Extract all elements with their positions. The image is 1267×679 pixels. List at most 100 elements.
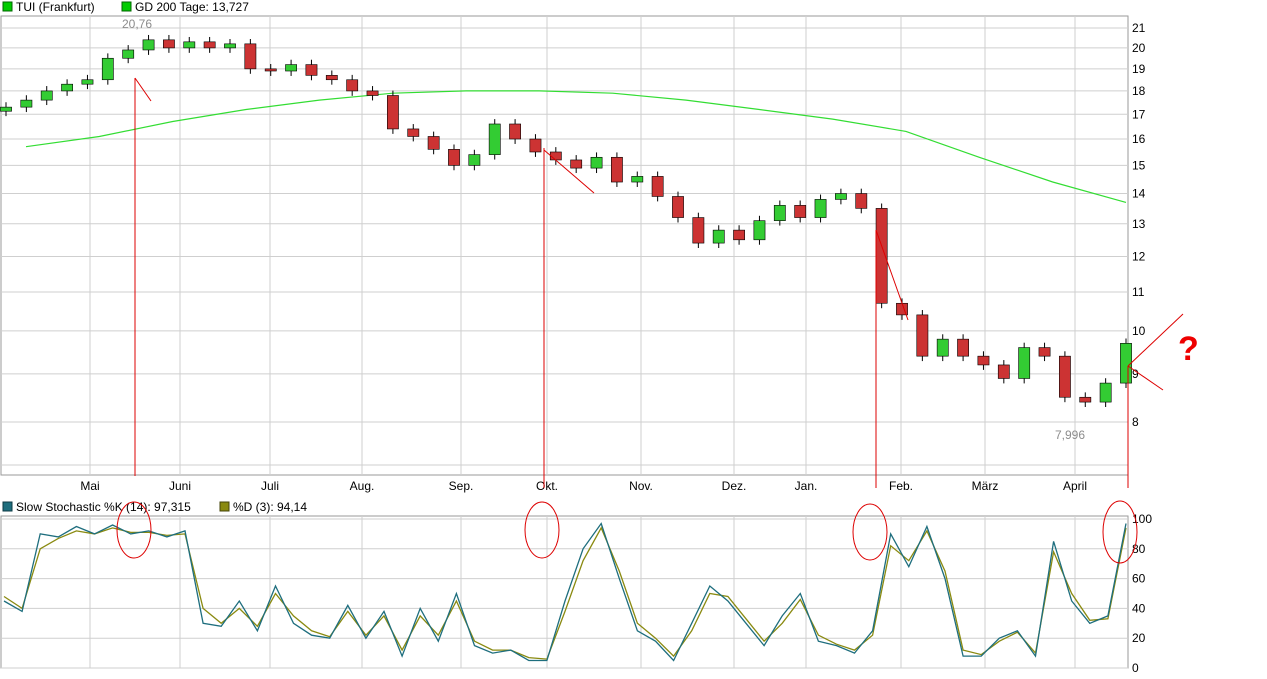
price-grid <box>1 16 1128 475</box>
candle-body <box>224 43 236 49</box>
x-tick-label: März <box>972 479 999 493</box>
stoch-panel-frame <box>0 515 1129 669</box>
x-tick-label: Feb. <box>889 479 913 493</box>
stoch-y-tick-label: 60 <box>1132 572 1146 586</box>
candle-body <box>244 43 257 70</box>
candle-body <box>468 154 481 166</box>
candle-body <box>1120 343 1132 384</box>
ma-legend-label: GD 200 Tage: 13,727 <box>135 0 249 14</box>
price-y-ticks: 89101112131415161718192021 <box>1132 21 1146 429</box>
stoch-grid <box>1 516 1128 669</box>
price-y-tick-label: 17 <box>1132 107 1146 121</box>
candle-body <box>794 205 807 218</box>
x-tick-label: Juli <box>261 479 279 493</box>
candle-body <box>773 205 786 221</box>
x-tick-label: Juni <box>169 479 191 493</box>
candle-body <box>529 138 542 153</box>
stoch-y-tick-label: 20 <box>1132 631 1146 645</box>
price-y-tick-label: 18 <box>1132 84 1146 98</box>
candle-body <box>407 128 420 137</box>
candle-body <box>264 68 277 72</box>
candle-body <box>61 83 73 92</box>
price-y-tick-label: 10 <box>1132 324 1146 338</box>
drawn-slope-1 <box>134 77 152 102</box>
stoch-y-ticks: 020406080100 <box>1132 512 1152 675</box>
candle-body <box>1099 382 1112 403</box>
candle-body <box>570 159 583 169</box>
candle-body <box>672 196 684 218</box>
stoch-legend: Slow Stochastic %K (14): 97,315 %D (3): … <box>2 500 307 514</box>
candle-body <box>203 41 216 49</box>
candle-body <box>20 99 33 108</box>
candle-body <box>1079 396 1092 403</box>
candle-body <box>733 229 745 241</box>
candle-body <box>1018 347 1031 379</box>
price-y-tick-label: 15 <box>1132 158 1146 172</box>
price-legend: TUI (Frankfurt) GD 200 Tage: 13,727 <box>2 0 249 14</box>
price-y-tick-label: 12 <box>1132 249 1146 263</box>
candle-body <box>448 149 460 166</box>
candle-body <box>957 338 969 357</box>
price-y-tick-label: 14 <box>1132 187 1146 201</box>
stoch-d-line <box>3 526 1127 660</box>
candle-body <box>325 75 338 81</box>
candle-body <box>285 64 297 72</box>
circle-3 <box>852 503 888 561</box>
candle-body <box>590 156 603 169</box>
price-y-tick-label: 11 <box>1132 285 1145 299</box>
price-y-tick-label: 21 <box>1132 21 1146 35</box>
high-label: 20,76 <box>122 17 152 31</box>
x-tick-label: Mai <box>80 479 99 493</box>
circle-2 <box>524 501 560 559</box>
x-tick-label: Dez. <box>722 479 747 493</box>
x-tick-label: Sep. <box>449 479 474 493</box>
price-y-tick-label: 8 <box>1132 415 1139 429</box>
stoch-d-label: %D (3): 94,14 <box>233 500 307 514</box>
candle-body <box>0 106 12 112</box>
candle-body <box>40 90 53 101</box>
candle-body <box>346 79 359 92</box>
ma-legend-swatch <box>121 1 132 12</box>
candle-body <box>1038 347 1051 357</box>
candle-body <box>631 176 644 183</box>
stoch-lines <box>3 522 1127 662</box>
stoch-k-label: Slow Stochastic %K (14): 97,315 <box>16 500 191 514</box>
candle-body <box>488 123 501 155</box>
candle-body <box>163 39 175 49</box>
drawn-up-arrow <box>1127 313 1184 367</box>
candle-body <box>122 49 135 59</box>
candle-body <box>712 229 725 244</box>
low-label: 7,996 <box>1055 428 1085 442</box>
price-legend-label: TUI (Frankfurt) <box>16 0 95 14</box>
candle-body <box>101 57 114 81</box>
candle-body <box>753 220 766 241</box>
stoch-d-swatch <box>219 501 230 512</box>
stoch-k-line <box>3 522 1127 662</box>
candle-body <box>81 79 94 85</box>
price-y-tick-label: 13 <box>1132 217 1146 231</box>
candle-body <box>997 364 1010 379</box>
candle-body <box>916 314 929 357</box>
candle-body <box>387 95 399 130</box>
stoch-k-swatch <box>2 501 13 512</box>
candle-body <box>611 156 623 183</box>
candle-body <box>142 39 155 51</box>
candle-body <box>855 193 868 209</box>
candle-body <box>977 355 990 366</box>
candle-body <box>366 90 379 96</box>
price-panel-frame <box>0 15 1129 476</box>
candle-body <box>936 338 949 357</box>
candle-body <box>651 176 664 197</box>
x-tick-label: Nov. <box>629 479 653 493</box>
candle-body <box>183 41 196 49</box>
candle-body <box>692 217 705 244</box>
ma200-polyline <box>25 90 1127 203</box>
x-tick-label: Jan. <box>795 479 818 493</box>
candle-body <box>305 64 318 76</box>
candle-body <box>835 193 847 200</box>
x-tick-label: April <box>1063 479 1087 493</box>
stoch-y-tick-label: 40 <box>1132 601 1146 615</box>
x-tick-label: Aug. <box>350 479 375 493</box>
x-tick-label: Okt. <box>536 479 558 493</box>
price-x-ticks: Mai Juni Juli Aug. Sep. Okt. Nov. Dez. Jan. Feb. M… <box>80 479 1087 493</box>
